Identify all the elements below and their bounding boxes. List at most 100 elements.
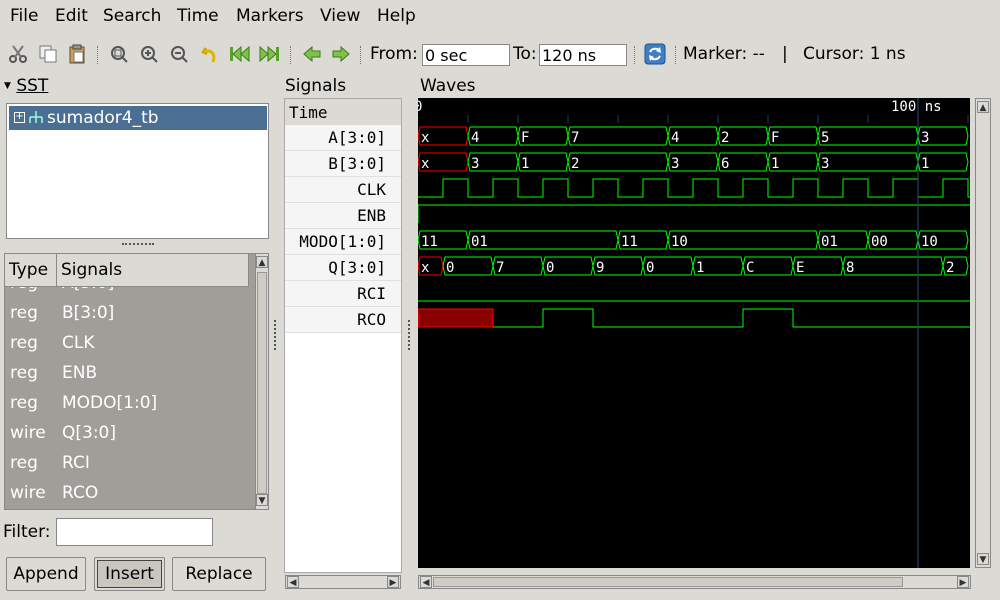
pane-splitter-grip[interactable] [122,243,154,247]
bus-value-label: 6 [721,156,729,172]
horizontal-scrollbar[interactable]: ◀ ▶ [285,575,401,589]
bus-value-label: F [521,130,529,146]
waves-header: Waves [420,76,476,96]
tree-node-root[interactable]: + sumador4_tb [9,106,267,130]
scroll-right-icon[interactable]: ▶ [387,576,399,588]
bus-value-label: 10 [671,234,688,250]
table-row[interactable]: wire Q[3:0] [5,419,250,449]
scroll-down-icon[interactable]: ▼ [256,494,268,506]
table-row[interactable]: reg CLK [5,329,250,359]
signal-row-label[interactable]: A[3:0] [285,125,401,151]
pane-splitter-grip[interactable] [274,320,277,350]
scroll-right-icon[interactable]: ▶ [957,576,969,588]
toolbar: From: To: Marker: -- | Cursor: 1 ns [0,36,1000,72]
scroll-left-icon[interactable]: ◀ [420,576,432,588]
scroll-up-icon[interactable]: ▲ [977,101,989,113]
collapse-arrow-icon[interactable]: ▼ [4,81,11,91]
scroll-down-icon[interactable]: ▼ [977,553,989,565]
bus-value-label: 4 [671,130,679,146]
signal-name: RCO [62,483,99,503]
horizontal-scrollbar[interactable]: ◀ ▶ [418,575,971,589]
expand-icon[interactable]: + [14,112,25,123]
zoom-fit-icon[interactable] [107,42,131,66]
bus-value-label: x [421,156,429,172]
column-header-signals[interactable]: Signals [57,254,249,287]
hierarchy-tree[interactable]: + sumador4_tb [6,103,269,239]
table-row[interactable]: wire RCO [5,479,250,509]
insert-button[interactable]: Insert [94,557,165,591]
bus-value-label: 1 [521,156,529,172]
signal-row-label[interactable]: ENB [285,203,401,229]
vertical-scrollbar[interactable]: ▲ ▼ [975,98,991,568]
waveform-canvas[interactable]: 0 100 ns x 4 F 7 4 2 F 5 3 x 3 1 2 3 6 1 3 1 11 01 11 10 01 00 10 x… [418,98,970,568]
to-time-input[interactable] [539,44,627,66]
table-row[interactable]: reg B[3:0] [5,299,250,329]
signal-name: RCI [62,453,90,473]
undo-zoom-icon[interactable] [198,42,222,66]
bus-value-label: 01 [471,234,488,250]
bus-value-label: x [421,260,429,276]
zoom-to-start-icon[interactable] [228,42,252,66]
scrollbar-thumb[interactable] [257,272,267,494]
scroll-left-icon[interactable]: ◀ [287,576,299,588]
signal-row-label[interactable]: CLK [285,177,401,203]
from-time-input[interactable] [422,44,510,66]
menu-file[interactable]: File [10,6,38,26]
menu-search[interactable]: Search [103,6,161,26]
signal-row-label[interactable]: B[3:0] [285,151,401,177]
toolbar-separator [675,46,676,64]
bus-value-label: 11 [421,234,438,250]
menu-edit[interactable]: Edit [55,6,88,26]
column-header-type[interactable]: Type [5,254,57,287]
find-next-edge-icon[interactable] [329,42,353,66]
menu-time[interactable]: Time [177,6,219,26]
zoom-out-icon[interactable] [167,42,191,66]
bus-value-label: 4 [471,130,479,146]
readout-separator: | [782,44,788,64]
replace-button[interactable]: Replace [172,557,266,591]
bus-value-label: C [746,260,754,276]
menu-view[interactable]: View [320,6,360,26]
vertical-scrollbar[interactable]: ▲ ▼ [255,254,268,509]
time-row-label: Time [285,99,401,125]
signal-row-label[interactable]: RCO [285,307,401,333]
pane-splitter-grip[interactable] [408,320,411,350]
cut-icon[interactable] [6,42,30,66]
toolbar-separator [97,46,98,64]
menu-help[interactable]: Help [377,6,416,26]
zoom-to-end-icon[interactable] [257,42,281,66]
bus-value-label: 10 [921,234,938,250]
signal-type: wire [10,423,46,443]
sst-header[interactable]: ▼ SST [4,76,48,96]
module-icon [28,110,44,130]
waveform-svg: 0 100 nsx 4 F 7 4 2 F 5 3x 3 1 2 3 6 1 3 111 01 11 10 01 00 10x… [418,98,970,568]
paste-icon[interactable] [65,42,89,66]
toolbar-separator [634,46,635,64]
append-button[interactable]: Append [6,557,86,591]
scrollbar-thumb[interactable] [433,577,903,587]
menu-markers[interactable]: Markers [236,6,304,26]
copy-icon[interactable] [36,42,60,66]
bus-value-label: 3 [671,156,679,172]
zoom-in-icon[interactable] [137,42,161,66]
table-row[interactable]: reg MODO[1:0] [5,389,250,419]
toolbar-separator [360,46,361,64]
signal-name: B[3:0] [62,303,115,323]
signal-name: ENB [62,363,98,383]
bus-value-label: 2 [571,156,579,172]
signal-row-label[interactable]: RCI [285,281,401,307]
menubar: File Edit Search Time Markers View Help [0,0,1000,34]
bus-value-label: 9 [596,260,604,276]
reload-icon[interactable] [643,42,667,66]
scroll-up-icon[interactable]: ▲ [256,256,268,268]
table-row[interactable]: reg ENB [5,359,250,389]
signal-row-label[interactable]: MODO[1:0] [285,229,401,255]
signal-type: wire [10,483,46,503]
find-previous-edge-icon[interactable] [300,42,324,66]
signal-row-label[interactable]: Q[3:0] [285,255,401,281]
bus-segment [567,126,669,146]
filter-input[interactable] [56,518,213,546]
table-row[interactable]: reg RCI [5,449,250,479]
timeline-marker-label: 100 ns [891,99,942,115]
bus-segment [667,230,819,250]
